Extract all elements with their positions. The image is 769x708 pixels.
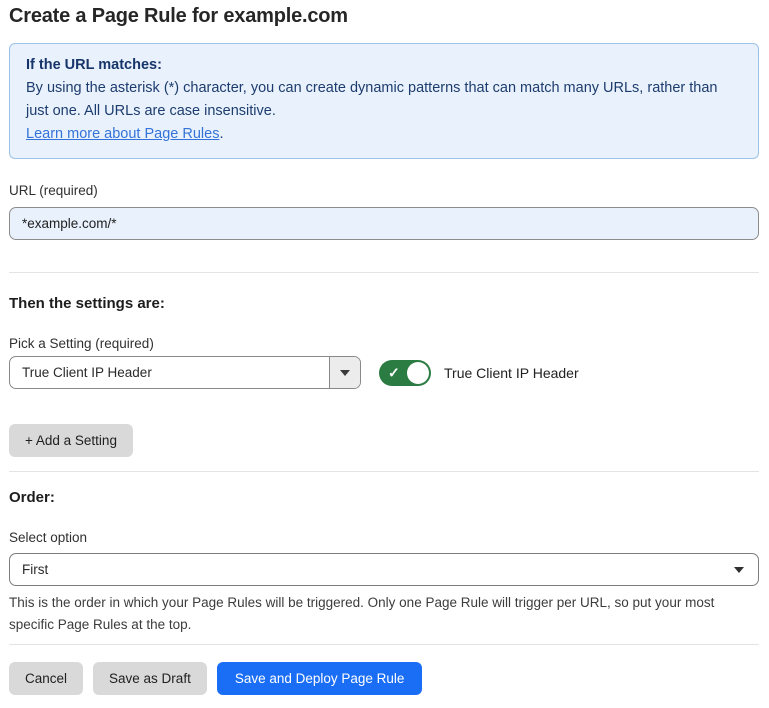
chevron-down-icon xyxy=(734,567,744,573)
order-help-text: This is the order in which your Page Rul… xyxy=(9,592,754,636)
pick-setting-label: Pick a Setting (required) xyxy=(9,336,759,351)
info-box-link-line: Learn more about Page Rules. xyxy=(26,123,742,146)
divider xyxy=(9,644,759,645)
toggle-knob xyxy=(407,362,429,384)
chevron-down-icon xyxy=(340,370,350,376)
form-actions: Cancel Save as Draft Save and Deploy Pag… xyxy=(9,662,759,695)
setting-toggle[interactable]: ✓ xyxy=(379,360,431,386)
save-and-deploy-button[interactable]: Save and Deploy Page Rule xyxy=(217,662,423,695)
order-select-value: First xyxy=(22,562,48,577)
page-title: Create a Page Rule for example.com xyxy=(9,5,759,28)
cancel-button[interactable]: Cancel xyxy=(9,662,83,695)
check-icon: ✓ xyxy=(388,365,400,379)
link-period: . xyxy=(219,126,223,142)
divider xyxy=(9,272,759,273)
info-box-heading: If the URL matches: xyxy=(26,54,742,77)
setting-select[interactable]: True Client IP Header xyxy=(9,356,361,389)
settings-section-heading: Then the settings are: xyxy=(9,295,759,312)
learn-more-link[interactable]: Learn more about Page Rules xyxy=(26,126,219,142)
add-setting-button[interactable]: + Add a Setting xyxy=(9,424,133,457)
save-as-draft-button[interactable]: Save as Draft xyxy=(93,662,207,695)
order-select-label: Select option xyxy=(9,530,759,545)
url-input[interactable] xyxy=(9,207,759,240)
order-section-heading: Order: xyxy=(9,489,759,506)
setting-toggle-label: True Client IP Header xyxy=(444,365,579,381)
order-select[interactable]: First xyxy=(9,553,759,586)
setting-row: True Client IP Header ✓ True Client IP H… xyxy=(9,356,759,389)
setting-select-value: True Client IP Header xyxy=(10,357,329,388)
divider xyxy=(9,471,759,472)
url-match-info-box: If the URL matches: By using the asteris… xyxy=(9,43,759,159)
url-field-label: URL (required) xyxy=(9,183,759,198)
page-rule-form: Create a Page Rule for example.com If th… xyxy=(0,0,769,695)
setting-select-arrow-button[interactable] xyxy=(329,357,360,388)
info-box-body: By using the asterisk (*) character, you… xyxy=(26,77,742,123)
